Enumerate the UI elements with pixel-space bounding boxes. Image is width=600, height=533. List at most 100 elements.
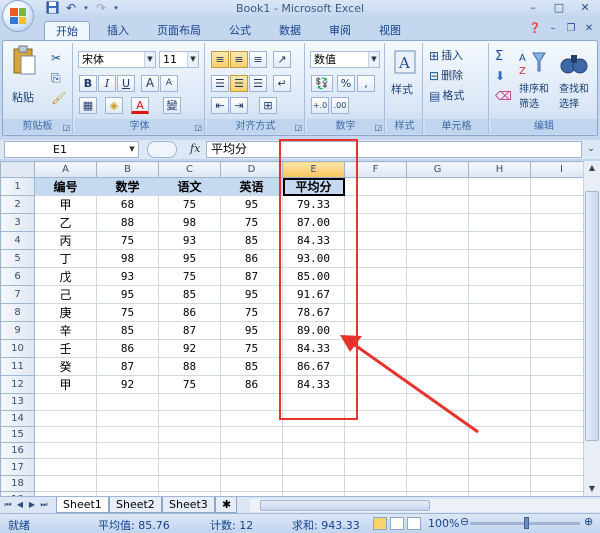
cell-c7[interactable]: 85 [158, 285, 221, 305]
autosum-icon[interactable]: Σ [495, 49, 503, 64]
cell-e3[interactable]: 87.00 [282, 213, 345, 233]
cell-f16[interactable] [344, 442, 407, 460]
row-header[interactable]: 1 [0, 177, 35, 197]
select-all-corner[interactable] [0, 161, 35, 179]
cell-e12[interactable]: 84.33 [282, 375, 345, 395]
tab-data[interactable]: 数据 [268, 21, 312, 40]
cell-b4[interactable]: 75 [96, 231, 159, 251]
cell-b13[interactable] [96, 393, 159, 411]
cell-e1[interactable]: 平均分 [282, 177, 345, 197]
align-middle-button[interactable]: ≡ [230, 51, 248, 68]
close-button[interactable]: ✕ [572, 0, 598, 16]
column-header-g[interactable]: G [406, 161, 469, 179]
column-header-e[interactable]: E [282, 161, 345, 179]
formula-bar-handle[interactable] [147, 141, 177, 158]
italic-button[interactable]: I [98, 75, 116, 92]
merge-center-button[interactable]: ⊞ [259, 97, 277, 114]
wrap-text-button[interactable]: ↵ [273, 75, 291, 92]
row-header[interactable]: 7 [0, 285, 35, 305]
cell-c10[interactable]: 92 [158, 339, 221, 359]
cell-h5[interactable] [468, 249, 531, 269]
cell-c13[interactable] [158, 393, 221, 411]
cell-d12[interactable]: 86 [220, 375, 283, 395]
cell-f4[interactable] [344, 231, 407, 251]
prev-sheet-icon[interactable]: ◀ [14, 498, 26, 512]
cell-g2[interactable] [406, 195, 469, 215]
cell-b12[interactable]: 92 [96, 375, 159, 395]
cell-e14[interactable] [282, 409, 345, 427]
cut-icon[interactable]: ✂ [51, 51, 61, 65]
cell-g17[interactable] [406, 458, 469, 476]
row-header[interactable]: 6 [0, 267, 35, 287]
row-header[interactable]: 4 [0, 231, 35, 251]
cell-h8[interactable] [468, 303, 531, 323]
cell-a8[interactable]: 庚 [34, 303, 97, 323]
cell-e17[interactable] [282, 458, 345, 476]
cell-d18[interactable] [220, 474, 283, 493]
expand-formula-bar-icon[interactable]: ⌄ [584, 141, 598, 158]
zoom-in-icon[interactable]: ⊕ [584, 515, 593, 528]
cell-d7[interactable]: 95 [220, 285, 283, 305]
cell-d13[interactable] [220, 393, 283, 411]
horizontal-scrollbar[interactable] [250, 499, 600, 512]
cell-b18[interactable] [96, 474, 159, 493]
cell-e8[interactable]: 78.67 [282, 303, 345, 323]
shrink-font-button[interactable]: A [160, 75, 178, 92]
row-header[interactable]: 16 [0, 442, 35, 460]
row-header[interactable]: 8 [0, 303, 35, 323]
cell-h6[interactable] [468, 267, 531, 287]
increase-decimal-button[interactable]: +.0 [311, 97, 329, 114]
cell-f18[interactable] [344, 474, 407, 493]
comma-button[interactable]: , [357, 75, 375, 92]
cell-c15[interactable] [158, 425, 221, 444]
cell-d6[interactable]: 87 [220, 267, 283, 287]
cell-g13[interactable] [406, 393, 469, 411]
cell-f1[interactable] [344, 177, 407, 197]
cell-f3[interactable] [344, 213, 407, 233]
sheet-tab-1[interactable]: Sheet1 [56, 497, 109, 513]
cell-b5[interactable]: 98 [96, 249, 159, 269]
align-top-button[interactable]: ≡ [211, 51, 229, 68]
minimize-button[interactable]: – [520, 0, 546, 16]
cell-a11[interactable]: 癸 [34, 357, 97, 377]
cell-b9[interactable]: 85 [96, 321, 159, 341]
page-layout-view-button[interactable] [390, 517, 404, 530]
cell-b1[interactable]: 数学 [96, 177, 159, 197]
cell-h14[interactable] [468, 409, 531, 427]
cell-g3[interactable] [406, 213, 469, 233]
cell-c1[interactable]: 语文 [158, 177, 221, 197]
paste-button[interactable] [9, 45, 39, 89]
cell-g8[interactable] [406, 303, 469, 323]
align-bottom-button[interactable]: ≡ [249, 51, 267, 68]
cell-e18[interactable] [282, 474, 345, 493]
cell-c9[interactable]: 87 [158, 321, 221, 341]
cell-c11[interactable]: 88 [158, 357, 221, 377]
cell-b11[interactable]: 87 [96, 357, 159, 377]
font-name-select[interactable]: 宋体 ▼ [78, 51, 156, 68]
cell-f12[interactable] [344, 375, 407, 395]
font-dialog-launcher-icon[interactable]: ◲ [194, 123, 202, 132]
row-header[interactable]: 5 [0, 249, 35, 269]
cell-c4[interactable]: 93 [158, 231, 221, 251]
insert-cells-button[interactable]: ⊞ 插入 [429, 47, 463, 65]
cell-g14[interactable] [406, 409, 469, 427]
cell-g11[interactable] [406, 357, 469, 377]
cell-d3[interactable]: 75 [220, 213, 283, 233]
copy-icon[interactable]: ⎘ [51, 71, 61, 86]
format-painter-icon[interactable]: 🖌 [51, 91, 66, 105]
last-sheet-icon[interactable]: ⏭ [38, 498, 50, 512]
column-header-a[interactable]: A [34, 161, 97, 179]
cell-c14[interactable] [158, 409, 221, 427]
row-header[interactable]: 3 [0, 213, 35, 233]
cell-h7[interactable] [468, 285, 531, 305]
cell-a1[interactable]: 编号 [34, 177, 97, 197]
cell-e16[interactable] [282, 442, 345, 460]
cell-g7[interactable] [406, 285, 469, 305]
cell-c8[interactable]: 86 [158, 303, 221, 323]
cell-f8[interactable] [344, 303, 407, 323]
row-header[interactable]: 2 [0, 195, 35, 215]
cell-a5[interactable]: 丁 [34, 249, 97, 269]
cell-b10[interactable]: 86 [96, 339, 159, 359]
column-header-f[interactable]: F [344, 161, 407, 179]
cell-a12[interactable]: 甲 [34, 375, 97, 395]
